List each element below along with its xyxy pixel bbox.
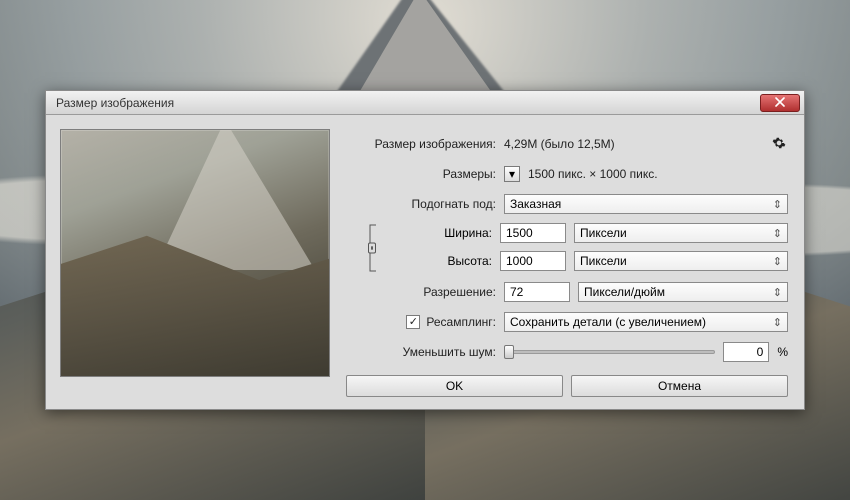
resample-checkbox[interactable] [406,315,420,329]
resolution-label: Разрешение: [346,285,496,299]
height-label: Высота: [380,254,492,268]
width-label: Ширина: [380,226,492,240]
preview-thumbnail [60,129,330,377]
resolution-unit-select[interactable]: Пиксели/дюйм [578,282,788,302]
constrain-proportions-toggle[interactable] [364,223,380,273]
height-unit-value: Пиксели [580,254,627,268]
dimensions-unit-dropdown[interactable]: ▾ [504,166,520,182]
chevron-down-icon: ▾ [509,167,515,181]
dialog-title: Размер изображения [56,96,760,110]
reduce-noise-label: Уменьшить шум: [346,345,496,359]
fit-to-value: Заказная [510,197,561,211]
reduce-noise-input[interactable] [723,342,769,362]
dimensions-label: Размеры: [346,167,496,181]
controls-panel: Размер изображения: 4,29M (было 12,5M) Р… [346,129,788,397]
width-unit-value: Пиксели [580,226,627,240]
updown-icon [773,316,782,329]
gear-icon [772,136,786,153]
image-size-value: 4,29M (было 12,5M) [504,137,615,151]
image-size-dialog: Размер изображения Размер изображения: 4… [45,90,805,410]
updown-icon [773,198,782,211]
ok-button[interactable]: OK [346,375,563,397]
cancel-button[interactable]: Отмена [571,375,788,397]
image-size-label: Размер изображения: [346,137,496,151]
updown-icon [773,227,782,240]
fit-to-select[interactable]: Заказная [504,194,788,214]
height-input[interactable] [500,251,566,271]
settings-button[interactable] [770,135,788,153]
resample-label: Ресамплинг: [426,315,496,329]
reduce-noise-slider[interactable] [504,350,715,354]
percent-suffix: % [777,345,788,359]
width-unit-select[interactable]: Пиксели [574,223,788,243]
close-button[interactable] [760,94,800,112]
updown-icon [773,255,782,268]
dimensions-value: 1500 пикс. × 1000 пикс. [528,167,658,181]
resolution-input[interactable] [504,282,570,302]
updown-icon [773,286,782,299]
slider-thumb[interactable] [504,345,514,359]
resample-method-select[interactable]: Сохранить детали (с увеличением) [504,312,788,332]
fit-to-label: Подогнать под: [346,197,496,211]
titlebar[interactable]: Размер изображения [46,91,804,115]
close-icon [775,96,785,110]
resample-method-value: Сохранить детали (с увеличением) [510,315,706,329]
height-unit-select[interactable]: Пиксели [574,251,788,271]
width-input[interactable] [500,223,566,243]
resolution-unit-value: Пиксели/дюйм [584,285,665,299]
